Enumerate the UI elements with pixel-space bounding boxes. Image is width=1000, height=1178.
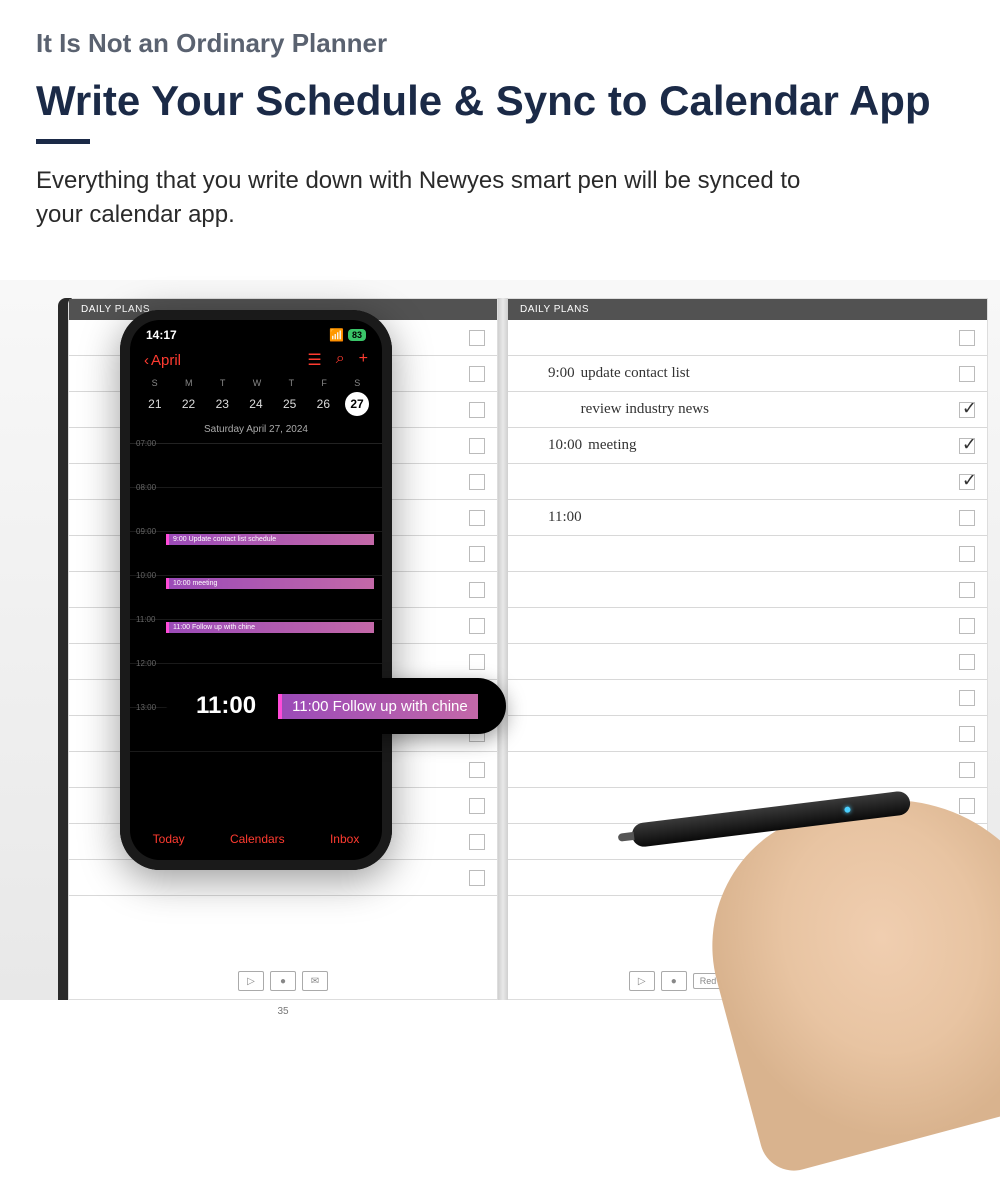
search-icon[interactable]: ⌕	[336, 350, 345, 370]
chevron-left-icon: ‹	[144, 352, 149, 369]
hand-with-pen	[620, 790, 1000, 1170]
checkmark-icon: ✓	[962, 470, 977, 491]
footer-today[interactable]: Today	[153, 832, 185, 846]
main-title: Write Your Schedule & Sync to Calendar A…	[36, 77, 964, 125]
time-label: 07:00	[136, 439, 156, 448]
calendar-full-date: Saturday April 27, 2024	[130, 420, 382, 444]
back-label: April	[151, 352, 181, 369]
ruled-line: 10:00meeting ✓	[508, 428, 987, 464]
notebook-spine	[498, 298, 508, 1000]
accent-bar	[36, 139, 90, 144]
ruled-line: 0:00review industry news ✓	[508, 392, 987, 428]
timeline-row: 08:00	[130, 488, 382, 532]
ruled-line: 11:00	[508, 500, 987, 536]
ruled-line	[508, 536, 987, 572]
ruled-line	[508, 716, 987, 752]
handwritten-entry: 0:00review industry news	[548, 401, 709, 418]
signal-icon: 📶	[329, 328, 344, 342]
phone-notch	[201, 320, 311, 344]
add-icon[interactable]: +	[359, 350, 368, 370]
calendar-event[interactable]: 10:00 meeting	[166, 578, 374, 589]
calendar-event[interactable]: 9:00 Update contact list schedule	[166, 534, 374, 545]
calendar-date[interactable]: 22	[177, 392, 201, 416]
time-label: 12:00	[136, 659, 156, 668]
checkmark-icon: ✓	[962, 434, 977, 455]
callout-tail	[160, 695, 172, 711]
timeline-row: 07:00	[130, 444, 382, 488]
event-callout: 11:00 11:00 Follow up with chine	[168, 678, 506, 734]
time-label: 10:00	[136, 571, 156, 580]
handwritten-entry: 11:00	[548, 509, 588, 526]
callout-time: 11:00	[196, 692, 256, 720]
record-icon: ●	[270, 971, 296, 991]
ruled-line	[508, 680, 987, 716]
battery-indicator: 83	[348, 329, 366, 341]
footer-inbox[interactable]: Inbox	[330, 832, 359, 846]
calendar-date[interactable]: 25	[278, 392, 302, 416]
ruled-line	[508, 644, 987, 680]
calendar-dates-row: 21 22 23 24 25 26 27	[130, 388, 382, 420]
calendar-date[interactable]: 26	[311, 392, 335, 416]
phone-screen: 14:17 📶 83 ‹ April ☰ ⌕ + SMTWTFS 2122232…	[130, 320, 382, 860]
day-header: W	[253, 378, 262, 388]
ruled-line: 9:00update contact list	[508, 356, 987, 392]
calendar-date[interactable]: 21	[143, 392, 167, 416]
calendar-event[interactable]: 11:00 Follow up with chine	[166, 622, 374, 633]
time-label: 09:00	[136, 527, 156, 536]
calendar-date[interactable]: 23	[210, 392, 234, 416]
status-time: 14:17	[146, 328, 177, 342]
day-header: M	[185, 378, 193, 388]
handwritten-entry: 9:00update contact list	[548, 365, 690, 382]
time-label: 11:00	[136, 615, 155, 624]
description-text: Everything that you write down with Newy…	[36, 164, 816, 231]
list-icon[interactable]: ☰	[307, 350, 321, 370]
subtitle-text: It Is Not an Ordinary Planner	[36, 28, 964, 59]
day-header: F	[321, 378, 327, 388]
play-icon: ▷	[238, 971, 264, 991]
page-header-right: DAILY PLANS	[508, 299, 987, 320]
pen-led-icon	[844, 806, 851, 813]
calendar-back-button[interactable]: ‹ April	[144, 352, 181, 369]
day-header: S	[354, 378, 360, 388]
calendar-date[interactable]: 27	[345, 392, 369, 416]
ruled-line	[508, 320, 987, 356]
page-number-left: 35	[277, 1006, 288, 1017]
timeline-row: 09:009:00 Update contact list schedule	[130, 532, 382, 576]
phone-mockup: 14:17 📶 83 ‹ April ☰ ⌕ + SMTWTFS 2122232…	[120, 310, 392, 870]
calendar-date[interactable]: 24	[244, 392, 268, 416]
timeline-row: 10:0010:00 meeting	[130, 576, 382, 620]
timeline-row: 11:0011:00 Follow up with chine	[130, 620, 382, 664]
day-header: T	[220, 378, 226, 388]
checkmark-icon: ✓	[962, 398, 977, 419]
ruled-line	[508, 608, 987, 644]
pen-tip	[618, 832, 635, 842]
page-footer-left: ▷ ● ✉	[69, 971, 497, 991]
handwritten-entry: 10:00meeting	[548, 437, 637, 454]
day-header: T	[289, 378, 295, 388]
time-label: 08:00	[136, 483, 156, 492]
ruled-line	[508, 752, 987, 788]
time-label: 13:00	[136, 703, 156, 712]
calendar-day-headers: SMTWTFS	[130, 378, 382, 388]
callout-event: 11:00 Follow up with chine	[278, 694, 478, 719]
ruled-line	[508, 572, 987, 608]
ruled-line: ✓	[508, 464, 987, 500]
day-header: S	[152, 378, 158, 388]
footer-calendars[interactable]: Calendars	[230, 832, 285, 846]
mail-icon: ✉	[302, 971, 328, 991]
